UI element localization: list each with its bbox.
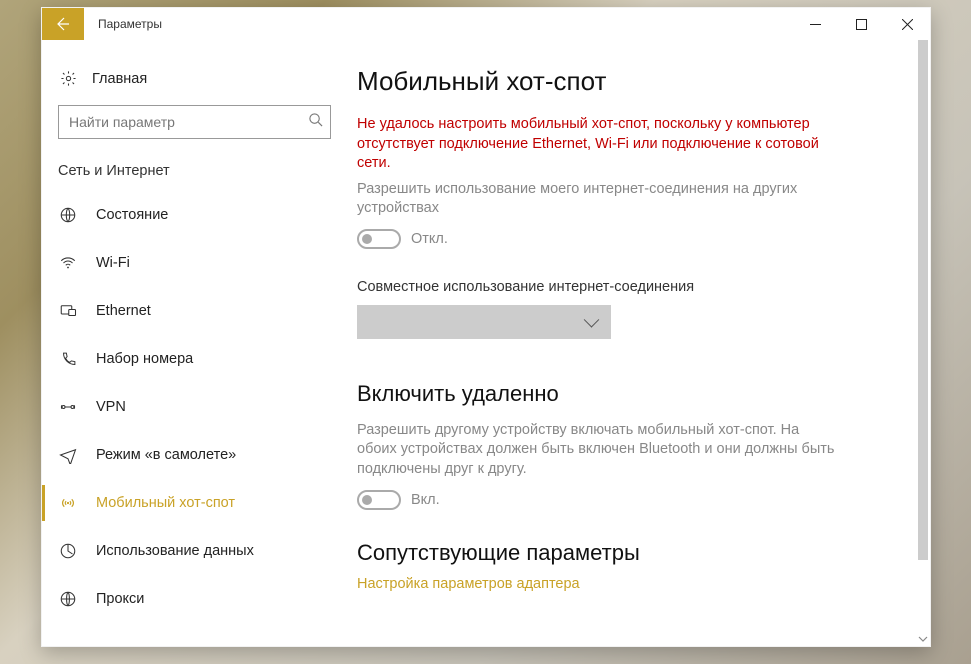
- scrollbar-thumb[interactable]: [918, 40, 928, 560]
- window-controls: [792, 8, 930, 40]
- search-input[interactable]: [58, 105, 331, 139]
- sidebar-item-label: Мобильный хот-спот: [96, 495, 235, 511]
- share-toggle[interactable]: [357, 229, 401, 249]
- sidebar-item-data-usage[interactable]: Использование данных: [42, 527, 347, 575]
- sidebar-item-ethernet[interactable]: Ethernet: [42, 287, 347, 335]
- sidebar-item-label: Состояние: [96, 207, 168, 223]
- sidebar-item-label: Использование данных: [96, 543, 254, 559]
- close-button[interactable]: [884, 8, 930, 40]
- sidebar-item-label: Ethernet: [96, 303, 151, 319]
- error-message: Не удалось настроить мобильный хот-спот,…: [357, 115, 837, 174]
- sidebar-home-label: Главная: [92, 71, 147, 87]
- settings-window: Параметры Главная: [41, 7, 931, 647]
- minimize-button[interactable]: [792, 8, 838, 40]
- share-toggle-row: Откл.: [357, 229, 898, 249]
- remote-toggle-label: Вкл.: [411, 492, 440, 508]
- airplane-icon: [58, 446, 78, 464]
- remote-title: Включить удаленно: [357, 381, 898, 407]
- window-title: Параметры: [98, 17, 162, 31]
- sidebar-item-label: Прокси: [96, 591, 144, 607]
- proxy-icon: [58, 590, 78, 608]
- remote-toggle[interactable]: [357, 490, 401, 510]
- content-area: Мобильный хот-спот Не удалось настроить …: [347, 40, 930, 646]
- maximize-icon: [856, 19, 867, 30]
- connection-dropdown[interactable]: [357, 305, 611, 339]
- close-icon: [902, 19, 913, 30]
- sidebar-item-hotspot[interactable]: Мобильный хот-спот: [42, 479, 347, 527]
- dropdown-label: Совместное использование интернет-соедин…: [357, 279, 898, 295]
- arrow-left-icon: [55, 16, 71, 32]
- back-button[interactable]: [42, 8, 84, 40]
- gear-icon: [58, 70, 78, 87]
- search-icon: [308, 112, 323, 132]
- related-title: Сопутствующие параметры: [357, 540, 898, 566]
- sidebar-item-label: VPN: [96, 399, 126, 415]
- minimize-icon: [810, 19, 821, 30]
- sidebar-item-vpn[interactable]: VPN: [42, 383, 347, 431]
- search-wrap: [58, 105, 331, 139]
- wifi-icon: [58, 254, 78, 272]
- sidebar-item-proxy[interactable]: Прокси: [42, 575, 347, 623]
- sidebar-item-status[interactable]: Состояние: [42, 191, 347, 239]
- sidebar-item-dialup[interactable]: Набор номера: [42, 335, 347, 383]
- sidebar-item-label: Wi-Fi: [96, 255, 130, 271]
- sidebar-item-label: Режим «в самолете»: [96, 447, 236, 463]
- sidebar-item-label: Набор номера: [96, 351, 193, 367]
- maximize-button[interactable]: [838, 8, 884, 40]
- remote-toggle-row: Вкл.: [357, 490, 898, 510]
- page-title: Мобильный хот-спот: [357, 66, 898, 97]
- remote-description: Разрешить другому устройству включать мо…: [357, 421, 837, 480]
- chevron-down-icon: [918, 634, 928, 644]
- adapter-settings-link[interactable]: Настройка параметров адаптера: [357, 576, 898, 592]
- titlebar: Параметры: [42, 8, 930, 40]
- data-usage-icon: [58, 542, 78, 560]
- ethernet-icon: [58, 302, 78, 320]
- share-toggle-label: Откл.: [411, 231, 448, 247]
- scrollbar[interactable]: [916, 40, 930, 646]
- sidebar: Главная Сеть и Интернет Состояние: [42, 40, 347, 646]
- sidebar-item-wifi[interactable]: Wi-Fi: [42, 239, 347, 287]
- sidebar-group-title: Сеть и Интернет: [42, 161, 347, 191]
- sidebar-home[interactable]: Главная: [42, 66, 347, 101]
- scrollbar-down-arrow[interactable]: [916, 632, 930, 646]
- hotspot-icon: [58, 494, 78, 512]
- share-description: Разрешить использование моего интернет-с…: [357, 180, 837, 219]
- globe-icon: [58, 206, 78, 224]
- sidebar-item-airplane[interactable]: Режим «в самолете»: [42, 431, 347, 479]
- phone-icon: [58, 351, 78, 368]
- vpn-icon: [58, 398, 78, 416]
